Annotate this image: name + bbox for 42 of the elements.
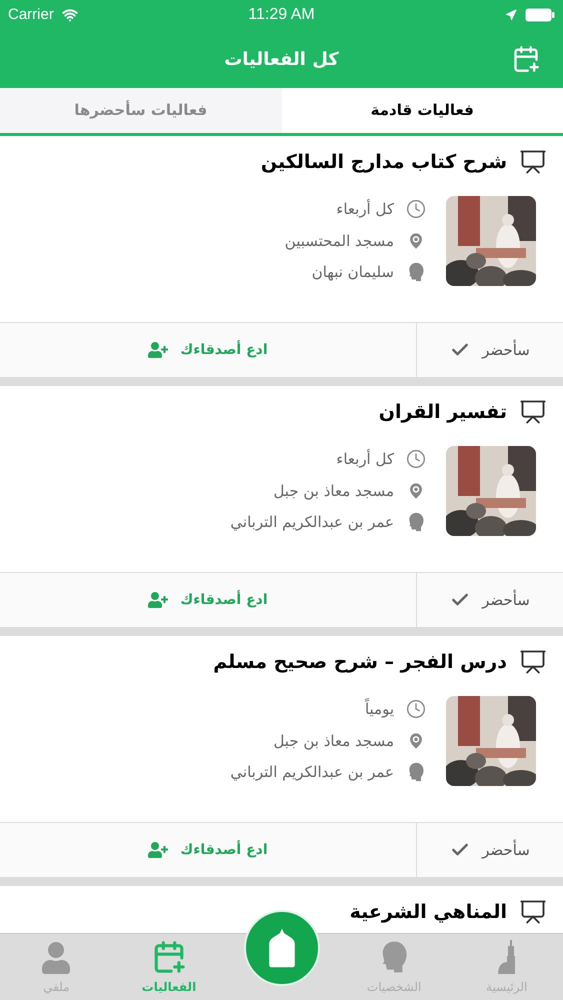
head-icon <box>380 940 408 974</box>
event-schedule: يومياً <box>364 698 394 720</box>
event-card[interactable]: تفسير القران كل أربعاء مسجد معاذ بن جبل عمر بن عبدالكريم الترباني سأحضر ادع أصدقاءك <box>0 386 563 627</box>
event-title: المناهي الشرعية <box>350 900 507 925</box>
segment-tab[interactable]: فعاليات قادمة <box>282 88 563 136</box>
event-place: مسجد المحتسبين <box>284 230 394 252</box>
easel-icon <box>519 898 547 926</box>
calendar-plus-icon <box>152 940 186 974</box>
event-place: مسجد معاذ بن جبل <box>273 480 394 502</box>
clock-icon <box>406 199 426 220</box>
event-speaker: سليمان نبهان <box>312 262 394 283</box>
battery-icon <box>524 8 555 22</box>
attend-button[interactable]: سأحضر <box>416 323 563 377</box>
calendar-plus-icon <box>512 45 540 73</box>
event-card[interactable]: شرح كتاب مدارج السالكين كل أربعاء مسجد المحتسبين سليمان نبهان سأحضر ادع أصدقاءك <box>0 136 563 377</box>
event-title: شرح كتاب مدارج السالكين <box>260 150 507 175</box>
easel-icon <box>519 398 547 426</box>
location-arrow-icon <box>504 9 517 21</box>
event-speaker: عمر بن عبدالكريم الترباني <box>230 512 394 533</box>
event-title: تفسير القران <box>378 400 507 425</box>
clock-time: 11:29 AM <box>248 5 315 25</box>
event-schedule: كل أربعاء <box>336 198 394 220</box>
clock-icon <box>406 699 426 720</box>
screen-title: كل الفعاليات <box>224 48 339 72</box>
event-card[interactable]: درس الفجر – شرح صحيح مسلم يومياً مسجد معاذ بن جبل عمر بن عبدالكريم الترباني سأحضر ادع أصدقاءك <box>0 636 563 877</box>
user-icon <box>41 942 72 974</box>
event-card[interactable]: المناهي الشرعية <box>0 886 563 933</box>
event-schedule: كل أربعاء <box>336 448 394 470</box>
carrier-label: Carrier <box>8 4 54 25</box>
tower-icon <box>498 940 516 974</box>
user-plus-icon <box>148 590 168 610</box>
easel-icon <box>519 148 547 176</box>
user-plus-icon <box>148 340 168 360</box>
attend-button[interactable]: سأحضر <box>416 573 563 627</box>
wifi-icon <box>62 7 78 23</box>
easel-icon <box>519 648 547 676</box>
event-title: درس الفجر – شرح صحيح مسلم <box>213 650 507 675</box>
clock-icon <box>406 449 426 470</box>
user-plus-icon <box>148 840 168 860</box>
event-place: مسجد معاذ بن جبل <box>273 730 394 752</box>
event-speaker: عمر بن عبدالكريم الترباني <box>230 762 394 783</box>
attend-button[interactable]: سأحضر <box>416 823 563 877</box>
